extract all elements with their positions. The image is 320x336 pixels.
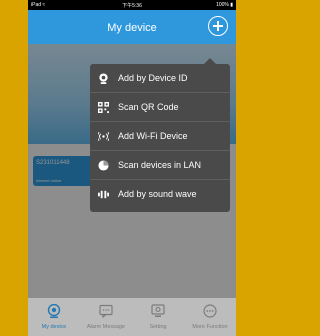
menu-item-add-wifi[interactable]: Add Wi-Fi Device bbox=[90, 122, 230, 151]
status-time: 下午5:36 bbox=[122, 3, 142, 9]
menu-item-label: Add by Device ID bbox=[118, 73, 188, 83]
tab-bar: My device Alarm Message Setting More Fun… bbox=[28, 298, 236, 336]
tab-label: Alarm Message bbox=[86, 324, 126, 330]
camera-icon bbox=[47, 304, 61, 318]
menu-item-add-by-id[interactable]: Add by Device ID bbox=[90, 64, 230, 93]
add-device-button[interactable] bbox=[208, 16, 228, 36]
menu-item-label: Add Wi-Fi Device bbox=[118, 131, 188, 141]
tab-alarm-message[interactable]: Alarm Message bbox=[80, 298, 132, 336]
setting-icon bbox=[151, 304, 165, 317]
camera-icon bbox=[99, 73, 108, 84]
wifi-icon bbox=[98, 132, 109, 141]
lan-scan-icon bbox=[98, 160, 109, 171]
menu-item-label: Scan QR Code bbox=[118, 102, 179, 112]
nav-bar: My device bbox=[28, 10, 236, 44]
menu-item-scan-lan[interactable]: Scan devices in LAN bbox=[90, 151, 230, 180]
menu-item-label: Scan devices in LAN bbox=[118, 160, 202, 170]
menu-item-label: Add by sound wave bbox=[118, 189, 197, 199]
battery-indicator: 100% ▮ bbox=[216, 2, 233, 8]
tab-label: My device bbox=[41, 324, 67, 330]
tab-label: Setting bbox=[149, 324, 167, 330]
menu-item-sound-wave[interactable]: Add by sound wave bbox=[90, 180, 230, 209]
add-device-menu: Add by Device ID Scan QR Code Add Wi-Fi … bbox=[90, 58, 230, 212]
tab-label: More Function bbox=[192, 324, 228, 330]
status-bar: iPad ≈ 下午5:36 100% ▮ bbox=[28, 0, 236, 10]
tab-setting[interactable]: Setting bbox=[132, 298, 184, 336]
more-icon bbox=[203, 304, 217, 318]
tab-more-function[interactable]: More Function bbox=[184, 298, 236, 336]
page-title: My device bbox=[107, 22, 157, 34]
sound-wave-icon bbox=[98, 190, 109, 199]
message-icon bbox=[99, 304, 113, 318]
app-screen: iPad ≈ 下午5:36 100% ▮ My device S23101144… bbox=[28, 0, 236, 336]
tab-my-device[interactable]: My device bbox=[28, 298, 80, 336]
menu-item-scan-qr[interactable]: Scan QR Code bbox=[90, 93, 230, 122]
qr-code-icon bbox=[98, 102, 109, 113]
